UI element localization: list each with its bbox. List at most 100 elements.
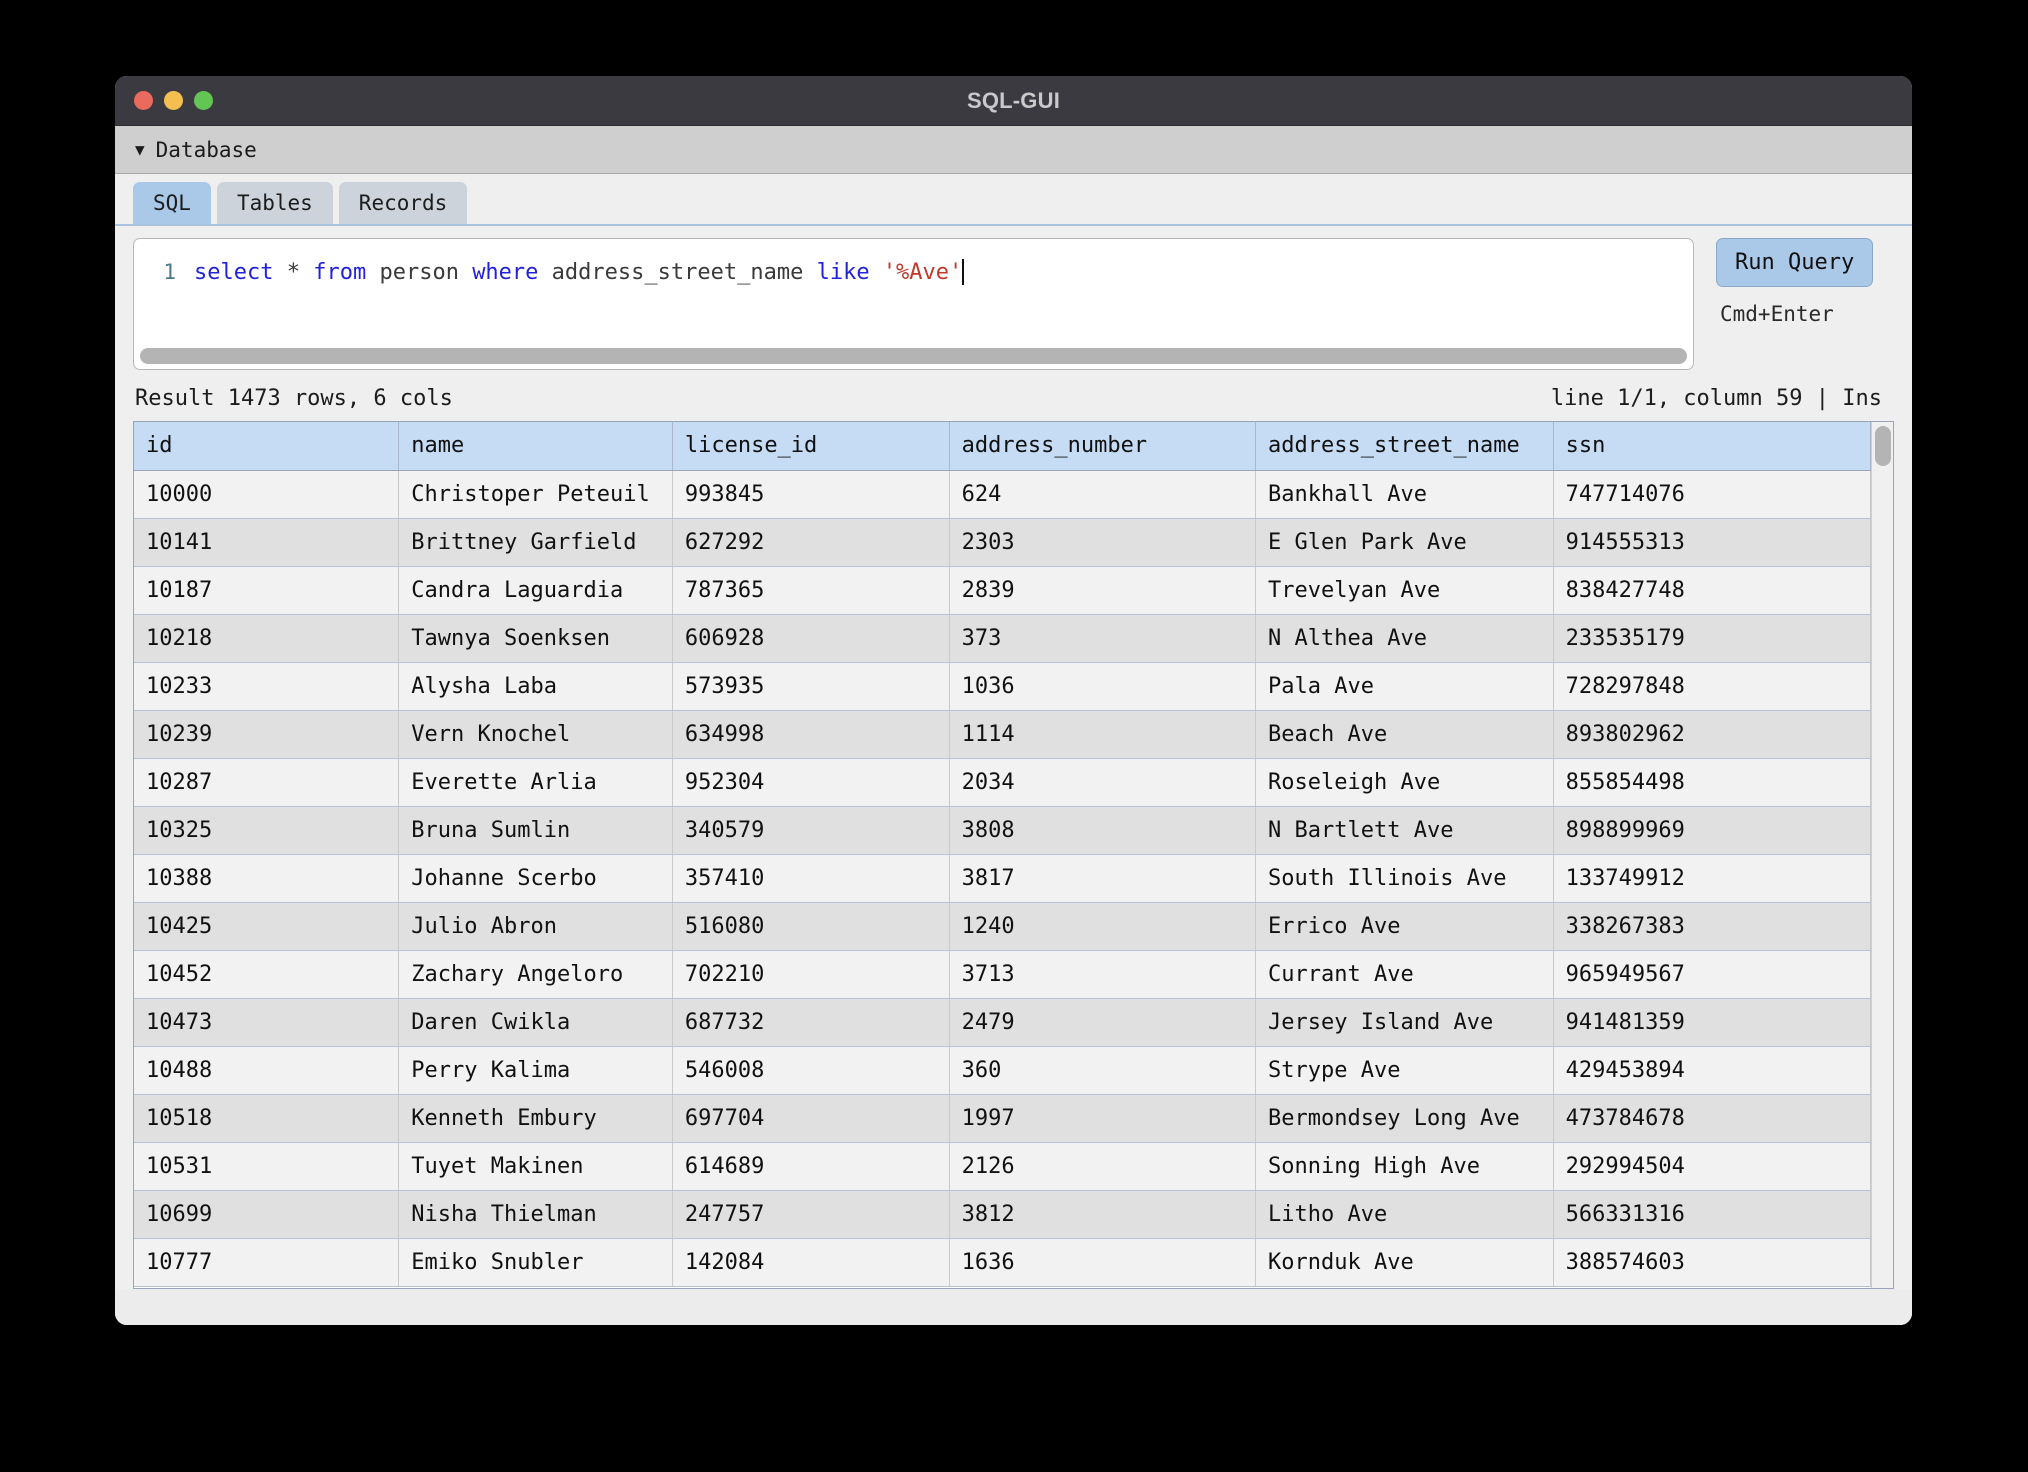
cell-license_id: 634998 <box>672 710 950 759</box>
sql-editor[interactable]: 1 select * from person where address_str… <box>133 238 1694 370</box>
cell-address_street_name: Sonning High Ave <box>1255 1142 1554 1191</box>
table-row[interactable]: 10518 Kenneth Embury 697704 1997 Bermondsey … <box>134 1094 1871 1143</box>
main-content: SQL Tables Records 1 select * from perso… <box>115 174 1912 1325</box>
maximize-window-button[interactable] <box>194 91 213 110</box>
cell-ssn: 429453894 <box>1553 1046 1871 1095</box>
tab-tables[interactable]: Tables <box>216 182 333 224</box>
cell-id: 10388 <box>134 854 400 903</box>
cell-address_street_name: Jersey Island Ave <box>1255 998 1554 1047</box>
tab-tables-label: Tables <box>236 191 313 215</box>
cell-address_number: 2034 <box>949 758 1257 807</box>
result-grid-vertical-scrollbar[interactable] <box>1871 422 1893 1288</box>
table-row[interactable]: 10531 Tuyet Makinen 614689 2126 Sonning High… <box>134 1142 1871 1191</box>
table-row[interactable]: 10488 Perry Kalima 546008 360 Strype Ave 4294… <box>134 1046 1871 1095</box>
tab-records[interactable]: Records <box>338 182 468 224</box>
cell-name: Brittney Garfield <box>398 518 673 567</box>
sql-token-9 <box>870 260 883 285</box>
cell-license_id: 697704 <box>672 1094 950 1143</box>
table-row[interactable]: 10000 Christoper Peteuil 993845 624 Bankhall… <box>134 470 1871 519</box>
result-table: id name license_id address_number address_st… <box>134 422 1871 1287</box>
column-header-address_number[interactable]: address_number <box>949 422 1257 471</box>
cell-address_street_name: Beach Ave <box>1255 710 1554 759</box>
cell-address_number: 1114 <box>949 710 1257 759</box>
tab-sql[interactable]: SQL <box>133 182 211 224</box>
sql-token-0: select <box>194 259 274 285</box>
sql-token-8: like <box>816 259 870 285</box>
table-row[interactable]: 10141 Brittney Garfield 627292 2303 E Glen P… <box>134 518 1871 567</box>
editor-row: 1 select * from person where address_str… <box>115 226 1912 370</box>
cell-address_street_name: Trevelyan Ave <box>1255 566 1554 615</box>
table-row[interactable]: 10287 Everette Arlia 952304 2034 Roseleigh A… <box>134 758 1871 807</box>
table-row[interactable]: 10473 Daren Cwikla 687732 2479 Jersey Island… <box>134 998 1871 1047</box>
cell-name: Perry Kalima <box>398 1046 673 1095</box>
cell-ssn: 914555313 <box>1553 518 1871 567</box>
table-row[interactable]: 10425 Julio Abron 516080 1240 Errico Ave 3382… <box>134 902 1871 951</box>
sql-token-3 <box>300 260 313 285</box>
cell-name: Everette Arlia <box>398 758 673 807</box>
cell-address_street_name: E Glen Park Ave <box>1255 518 1554 567</box>
cell-id: 10777 <box>134 1238 400 1287</box>
cell-name: Johanne Scerbo <box>398 854 673 903</box>
cell-address_number: 1997 <box>949 1094 1257 1143</box>
result-grid-viewport: id name license_id address_number address_st… <box>134 422 1871 1288</box>
table-row[interactable]: 10777 Emiko Snubler 142084 1636 Kornduk Ave 3… <box>134 1238 1871 1287</box>
table-row[interactable]: 10218 Tawnya Soenksen 606928 373 N Althea Av… <box>134 614 1871 663</box>
table-row[interactable]: 10388 Johanne Scerbo 357410 3817 South Illin… <box>134 854 1871 903</box>
result-table-header: id name license_id address_number address_st… <box>134 422 1871 471</box>
cell-license_id: 787365 <box>672 566 950 615</box>
table-row[interactable]: 10452 Zachary Angeloro 702210 3713 Currant A… <box>134 950 1871 999</box>
cell-ssn: 965949567 <box>1553 950 1871 999</box>
cell-ssn: 338267383 <box>1553 902 1871 951</box>
tab-strip: SQL Tables Records <box>115 174 1912 226</box>
cell-id: 10000 <box>134 470 400 519</box>
table-row[interactable]: 10233 Alysha Laba 573935 1036 Pala Ave 728297… <box>134 662 1871 711</box>
cell-license_id: 614689 <box>672 1142 950 1191</box>
table-row[interactable]: 10239 Vern Knochel 634998 1114 Beach Ave 8938… <box>134 710 1871 759</box>
column-header-name[interactable]: name <box>398 422 673 471</box>
column-header-ssn[interactable]: ssn <box>1553 422 1871 471</box>
minimize-window-button[interactable] <box>164 91 183 110</box>
cell-name: Tawnya Soenksen <box>398 614 673 663</box>
column-header-license_id[interactable]: license_id <box>672 422 950 471</box>
cell-address_number: 1240 <box>949 902 1257 951</box>
cell-ssn: 838427748 <box>1553 566 1871 615</box>
cell-ssn: 233535179 <box>1553 614 1871 663</box>
cell-id: 10218 <box>134 614 400 663</box>
window-title: SQL-GUI <box>966 87 1061 113</box>
table-row[interactable]: 10699 Nisha Thielman 247757 3812 Litho Ave 56… <box>134 1190 1871 1239</box>
menu-item-label: Database <box>155 137 257 162</box>
cell-id: 10325 <box>134 806 400 855</box>
cell-address_number: 624 <box>949 470 1257 519</box>
cell-ssn: 566331316 <box>1553 1190 1871 1239</box>
sql-token-6: where <box>472 259 539 285</box>
table-row[interactable]: 10187 Candra Laguardia 787365 2839 Trevelyan… <box>134 566 1871 615</box>
editor-scrollbar-thumb[interactable] <box>140 348 1687 364</box>
cell-address_number: 3808 <box>949 806 1257 855</box>
run-query-button[interactable]: Run Query <box>1716 238 1874 287</box>
menu-item-database[interactable]: ▼ Database <box>135 138 257 162</box>
table-row[interactable]: 10325 Bruna Sumlin 340579 3808 N Bartlett Av… <box>134 806 1871 855</box>
cell-address_street_name: Roseleigh Ave <box>1255 758 1554 807</box>
cell-ssn: 133749912 <box>1553 854 1871 903</box>
result-grid-scrollbar-thumb[interactable] <box>1875 426 1891 466</box>
cell-ssn: 292994504 <box>1553 1142 1871 1191</box>
cell-ssn: 893802962 <box>1553 710 1871 759</box>
tab-sql-label: SQL <box>153 191 191 215</box>
cell-license_id: 702210 <box>672 950 950 999</box>
close-window-button[interactable] <box>134 91 153 110</box>
cell-ssn: 747714076 <box>1553 470 1871 519</box>
cell-address_street_name: Litho Ave <box>1255 1190 1554 1239</box>
cell-id: 10287 <box>134 758 400 807</box>
column-header-id[interactable]: id <box>134 422 400 471</box>
cell-name: Candra Laguardia <box>398 566 673 615</box>
sql-editor-line: 1 select * from person where address_str… <box>134 239 1693 285</box>
cell-license_id: 340579 <box>672 806 950 855</box>
sql-token-2: * <box>286 259 300 285</box>
cell-name: Zachary Angeloro <box>398 950 673 999</box>
editor-horizontal-scrollbar[interactable] <box>140 348 1687 364</box>
cell-address_street_name: Kornduk Ave <box>1255 1238 1554 1287</box>
column-header-address_street_name[interactable]: address_street_name <box>1255 422 1554 471</box>
result-table-body: 10000 Christoper Peteuil 993845 624 Bankhall… <box>134 470 1871 1287</box>
cell-license_id: 546008 <box>672 1046 950 1095</box>
cell-name: Julio Abron <box>398 902 673 951</box>
